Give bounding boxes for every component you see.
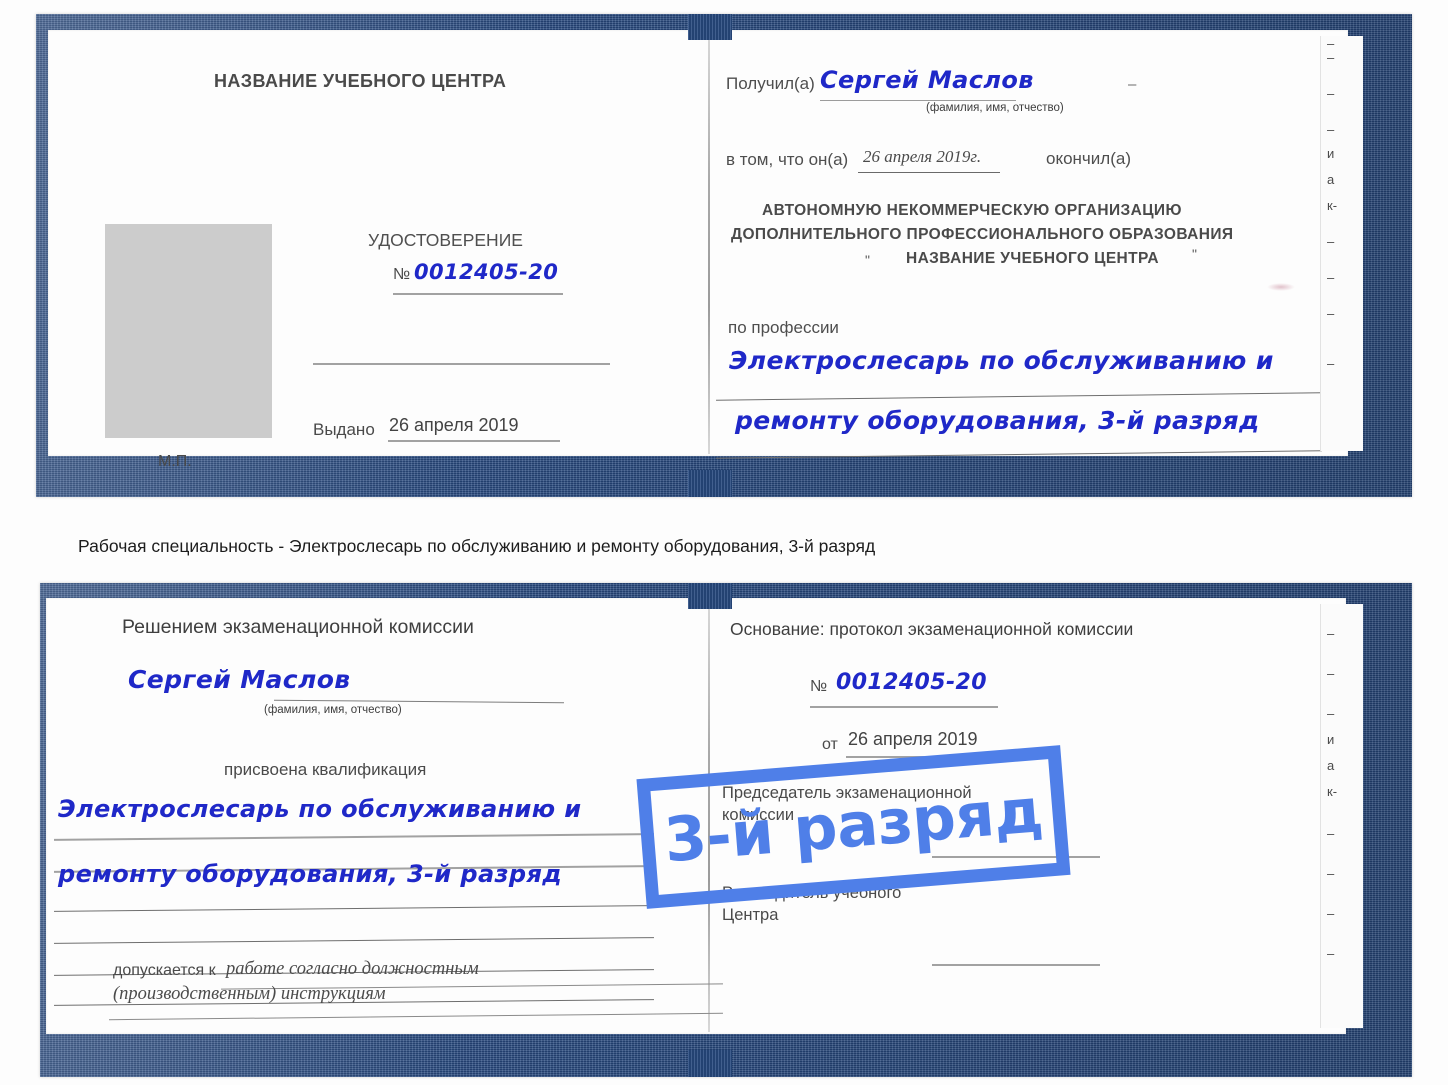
- back-allowed-value-line1: работе согласно должностным: [226, 959, 479, 979]
- back-qualification-line1: Электрослесарь по обслуживанию и: [58, 795, 582, 823]
- page-edge-fragment: и: [1327, 146, 1335, 161]
- front-number-value: 0012405-20: [414, 260, 559, 284]
- back-date-value: 26 апреля 2019: [848, 729, 978, 749]
- page-edge-fragment: к-: [1327, 198, 1338, 213]
- spine-clasp-top-upper: [688, 14, 732, 40]
- back-number-sign: №: [810, 678, 828, 695]
- back-qualification-label: присвоена квалификация: [224, 760, 427, 779]
- front-received-dash: –: [1128, 76, 1137, 93]
- page-edge-fragment: –: [1327, 866, 1335, 881]
- front-received-hint: (фамилия, имя, отчество): [926, 102, 1064, 114]
- back-number-value: 0012405-20: [836, 670, 987, 695]
- front-profession-label: по профессии: [728, 318, 839, 337]
- page-edge-fragment: а: [1327, 172, 1335, 187]
- back-name-rule: [274, 699, 564, 704]
- back-heading: Решением экзаменационной комиссии: [122, 616, 474, 638]
- page-edge-fragment: –: [1327, 666, 1335, 681]
- page-edge-fragment: –: [1327, 906, 1335, 921]
- spine-clasp-bottom-upper: [688, 583, 732, 609]
- page-edge-fragment: –: [1327, 946, 1335, 961]
- photo-placeholder: [105, 224, 272, 438]
- front-center-name: НАЗВАНИЕ УЧЕБНОГО ЦЕНТРА: [214, 71, 507, 91]
- spine-clasp-top-lower: [688, 470, 732, 497]
- front-issued-value: 26 апреля 2019: [389, 415, 519, 435]
- front-received-label: Получил(а): [726, 74, 815, 93]
- front-issued-rule: [388, 440, 560, 442]
- spine-fold-top: [708, 34, 710, 454]
- front-number-sign: №: [393, 266, 411, 283]
- page-edge-fragment: –: [1327, 122, 1335, 137]
- back-basis-label: Основание: протокол экзаменационной коми…: [730, 619, 1134, 639]
- front-that-label: в том, что он(а): [726, 150, 849, 169]
- back-name-hint: (фамилия, имя, отчество): [264, 704, 402, 716]
- page-edge-stack-bottom: – – – и а к- – – – –: [1320, 604, 1363, 1028]
- front-number-rule: [393, 293, 563, 295]
- front-received-value: Сергей Маслов: [820, 66, 1034, 94]
- spine-clasp-bottom-lower: [688, 1050, 732, 1077]
- back-head-line2: Центра: [722, 906, 779, 924]
- page-edge-fragment: –: [1327, 306, 1335, 321]
- front-that-rule: [858, 172, 1000, 173]
- certificate-front-spread: НАЗВАНИЕ УЧЕБНОГО ЦЕНТРА УДОСТОВЕРЕНИЕ №…: [48, 30, 1348, 470]
- front-received-rule: [820, 100, 1016, 101]
- back-head-signature-rule: [932, 964, 1100, 966]
- page-edge-stack-top: – – – – и а к- – – – –: [1320, 36, 1363, 451]
- page-edge-fragment: –: [1327, 706, 1335, 721]
- paper-smudge: [1267, 283, 1295, 291]
- front-org-quote-open: ": [865, 252, 870, 268]
- back-date-label: от: [822, 736, 838, 753]
- front-left-page: НАЗВАНИЕ УЧЕБНОГО ЦЕНТРА УДОСТОВЕРЕНИЕ №…: [48, 30, 698, 470]
- front-right-page: Получил(а) Сергей Маслов (фамилия, имя, …: [698, 30, 1348, 459]
- front-title: УДОСТОВЕРЕНИЕ: [368, 230, 523, 250]
- page-edge-fragment: а: [1327, 758, 1335, 773]
- page-edge-fragment: –: [1327, 234, 1335, 249]
- page-edge-fragment: и: [1327, 732, 1335, 747]
- page-edge-fragment: –: [1327, 826, 1335, 841]
- back-name-value: Сергей Маслов: [128, 665, 351, 694]
- page-edge-fragment: к-: [1327, 784, 1338, 799]
- page-edge-fragment: –: [1327, 356, 1335, 371]
- page-edge-fragment: –: [1327, 86, 1335, 101]
- front-issued-label: Выдано: [313, 420, 375, 439]
- page-edge-fragment: –: [1327, 50, 1335, 65]
- front-org-quote-close: ": [1192, 246, 1197, 262]
- front-seal-label: М.П.: [158, 453, 192, 470]
- front-blank-rule: [313, 363, 610, 365]
- front-org-line3: НАЗВАНИЕ УЧЕБНОГО ЦЕНТРА: [906, 250, 1159, 267]
- front-finished-label: окончил(а): [1046, 149, 1131, 168]
- back-allowed-value-line2: (производственным) инструкциям: [113, 984, 386, 1004]
- page-edge-fragment: –: [1327, 626, 1335, 641]
- back-blank-rule-1: [54, 905, 654, 912]
- front-org-line1: АВТОНОМНУЮ НЕКОММЕРЧЕСКУЮ ОРГАНИЗАЦИЮ: [762, 202, 1182, 219]
- back-allowed-label: допускается к: [113, 962, 216, 979]
- page-edge-fragment: –: [1327, 270, 1335, 285]
- front-profession-rule-1: [716, 392, 1322, 401]
- back-blank-rule-2: [54, 937, 654, 944]
- back-qualification-rule-1: [54, 833, 654, 841]
- front-profession-line1: Электрослесарь по обслуживанию и: [729, 346, 1274, 375]
- caption-text: Рабочая специальность - Электрослесарь п…: [78, 536, 876, 556]
- back-qualification-line2: ремонту оборудования, 3-й разряд: [58, 860, 563, 888]
- front-org-line2: ДОПОЛНИТЕЛЬНОГО ПРОФЕССИОНАЛЬНОГО ОБРАЗО…: [731, 226, 1234, 243]
- back-number-rule: [810, 706, 998, 708]
- page-edge-fragment: –: [1327, 36, 1335, 51]
- front-profession-line2: ремонту оборудования, 3-й разряд: [735, 406, 1260, 435]
- front-that-date: 26 апреля 2019г.: [863, 147, 982, 166]
